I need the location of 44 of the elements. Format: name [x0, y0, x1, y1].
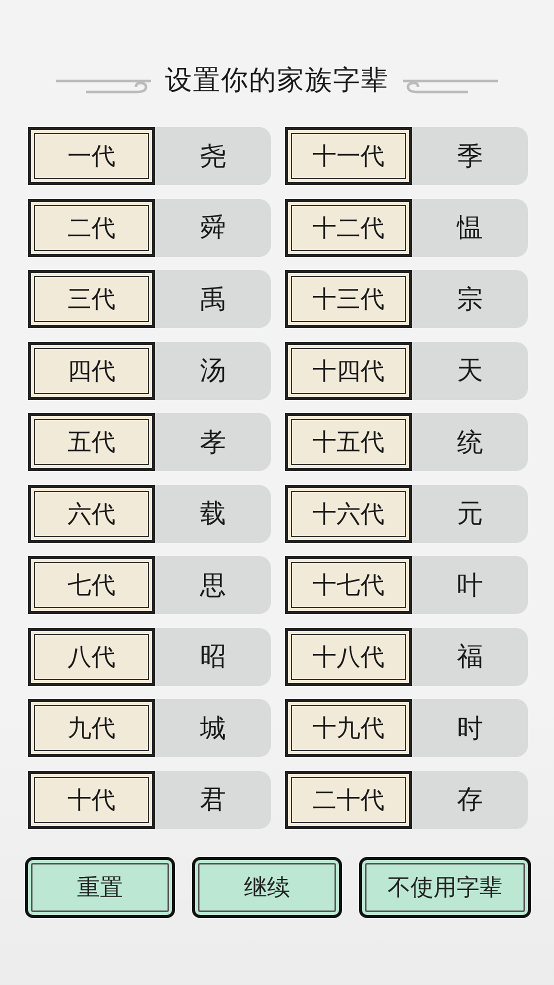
name-field[interactable]: 汤 — [155, 342, 271, 400]
name-field[interactable]: 思 — [155, 556, 271, 614]
generation-label: 七代 — [28, 556, 155, 614]
name-field[interactable]: 孝 — [155, 413, 271, 471]
name-field[interactable]: 统 — [412, 413, 528, 471]
generation-label: 十七代 — [285, 556, 412, 614]
name-field[interactable]: 季 — [412, 127, 528, 185]
generation-label: 十三代 — [285, 270, 412, 328]
action-button[interactable]: 不使用字辈 — [359, 856, 531, 918]
name-field[interactable]: 天 — [412, 342, 528, 400]
name-field[interactable]: 君 — [155, 770, 271, 828]
generation-label: 五代 — [28, 413, 155, 471]
name-field[interactable]: 尧 — [155, 127, 271, 185]
name-field[interactable]: 舜 — [155, 198, 271, 256]
name-field[interactable]: 时 — [412, 699, 528, 757]
generation-label: 十一代 — [285, 127, 412, 185]
generation-label: 一代 — [28, 127, 155, 185]
generation-label: 二十代 — [285, 770, 412, 828]
generation-label: 十代 — [28, 770, 155, 828]
name-field[interactable]: 禹 — [155, 270, 271, 328]
name-field[interactable]: 元 — [412, 484, 528, 542]
generation-label: 十二代 — [285, 198, 412, 256]
generation-label: 九代 — [28, 699, 155, 757]
action-button[interactable]: 重置 — [25, 856, 175, 918]
action-button[interactable]: 继续 — [192, 856, 342, 918]
generation-label: 十五代 — [285, 413, 412, 471]
generation-label: 十六代 — [285, 484, 412, 542]
name-field[interactable]: 叶 — [412, 556, 528, 614]
name-field[interactable]: 福 — [412, 628, 528, 686]
generation-label: 十八代 — [285, 628, 412, 686]
generation-label: 三代 — [28, 270, 155, 328]
generation-label: 二代 — [28, 198, 155, 256]
name-field[interactable]: 城 — [155, 699, 271, 757]
name-field[interactable]: 愠 — [412, 198, 528, 256]
name-field[interactable]: 宗 — [412, 270, 528, 328]
generation-label: 十四代 — [285, 342, 412, 400]
name-field[interactable]: 昭 — [155, 628, 271, 686]
name-field[interactable]: 载 — [155, 484, 271, 542]
generation-label: 四代 — [28, 342, 155, 400]
page-title: 设置你的家族字辈 — [165, 64, 389, 98]
generation-label: 十九代 — [285, 699, 412, 757]
generation-label: 六代 — [28, 484, 155, 542]
generation-label: 八代 — [28, 628, 155, 686]
name-field[interactable]: 存 — [412, 770, 528, 828]
